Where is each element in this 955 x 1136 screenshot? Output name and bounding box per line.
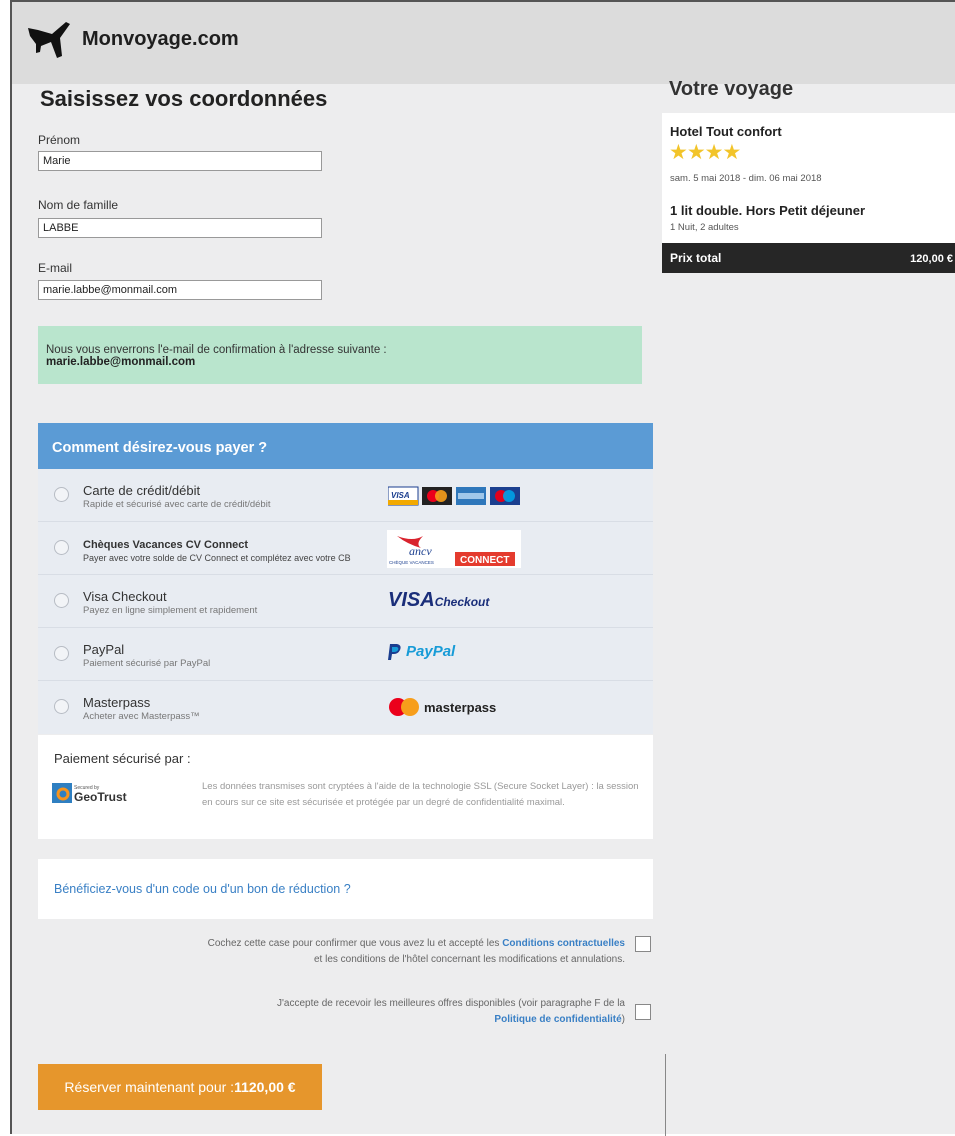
payment-options: Carte de crédit/débit Rapide et sécurisé…	[38, 469, 653, 734]
total-value: 120,00 €	[910, 253, 953, 265]
last-name-field[interactable]	[38, 218, 322, 238]
brand-name: Monvoyage.com	[82, 27, 239, 50]
geotrust-logo: Secured by GeoTrust	[52, 783, 127, 803]
terms-checkbox[interactable]	[635, 936, 651, 952]
promo-box: Bénéficiez-vous d'un code ou d'un bon de…	[38, 859, 653, 919]
hotel-rating-stars: ★★★★	[669, 141, 741, 164]
geotrust-icon	[52, 783, 72, 803]
notice-text: Nous vous enverrons l'e-mail de confirma…	[46, 344, 387, 356]
radio-button[interactable]	[54, 646, 69, 661]
option-subtitle: Paiement sécurisé par PayPal	[83, 658, 211, 669]
masterpass-logo: masterpass	[388, 697, 496, 717]
visa-card-icon: VISA	[387, 486, 419, 506]
trip-title: Votre voyage	[669, 78, 794, 100]
form-title: Saisissez vos coordonnées	[40, 86, 328, 111]
first-name-field[interactable]	[38, 151, 322, 171]
total-label: Prix total	[670, 251, 722, 265]
option-subtitle: Rapide et sécurisé avec carte de crédit/…	[83, 499, 271, 510]
masterpass-icon	[389, 698, 419, 716]
payment-option-visa-checkout[interactable]: Visa Checkout Payez en ligne simplement …	[38, 575, 653, 628]
confirmation-notice: Nous vous enverrons l'e-mail de confirma…	[38, 326, 642, 384]
privacy-policy-link[interactable]: Politique de confidentialité	[494, 1014, 621, 1025]
page-frame: Monvoyage.com Saisissez vos coordonnées …	[10, 0, 955, 1136]
amex-card-icon	[456, 487, 486, 505]
option-title: Carte de crédit/débit	[83, 483, 201, 498]
divider	[665, 1054, 666, 1136]
secure-title: Paiement sécurisé par :	[54, 751, 191, 766]
terms-consent: Cochez cette case pour confirmer que vou…	[207, 938, 625, 965]
option-title: Visa Checkout	[83, 589, 167, 604]
payment-option-card[interactable]: Carte de crédit/débit Rapide et sécurisé…	[38, 469, 653, 522]
promo-code-link[interactable]: Bénéficiez-vous d'un code ou d'un bon de…	[54, 882, 351, 896]
secure-description: Les données transmises sont cryptées à l…	[202, 781, 639, 808]
option-subtitle: Payer avec votre solde de CV Connect et …	[83, 553, 351, 563]
radio-button[interactable]	[54, 540, 69, 555]
radio-button[interactable]	[54, 593, 69, 608]
maestro-card-icon	[490, 487, 520, 505]
conditions-link[interactable]: Conditions contractuelles	[502, 938, 625, 949]
option-subtitle: Acheter avec Masterpass™	[83, 711, 200, 722]
paypal-logo: PayPal	[388, 643, 455, 660]
notice-email: marie.labbe@monmail.com	[46, 356, 196, 368]
email-label: E-mail	[38, 261, 73, 275]
payment-option-masterpass[interactable]: Masterpass Acheter avec Masterpass™ mast…	[38, 681, 653, 734]
airplane-icon	[28, 22, 70, 58]
connect-badge: CONNECT	[460, 555, 509, 566]
radio-button[interactable]	[54, 487, 69, 502]
option-title: Chèques Vacances CV Connect	[83, 539, 249, 551]
offers-consent: J'accepte de recevoir les meilleures off…	[276, 998, 625, 1025]
book-now-button[interactable]: Réserver maintenant pour : 1120,00 €	[38, 1064, 322, 1110]
top-bar: Monvoyage.com	[12, 2, 955, 84]
offers-checkbox[interactable]	[635, 1004, 651, 1020]
total-price-bar: Prix total 120,00 €	[662, 243, 955, 273]
ancv-logo: ancv CHÈQUE VACANCES CONNECT	[387, 530, 521, 568]
stay-dates: sam. 5 mai 2018 - dim. 06 mai 2018	[670, 173, 822, 184]
payment-option-cv-connect[interactable]: Chèques Vacances CV Connect Payer avec v…	[38, 522, 653, 575]
radio-button[interactable]	[54, 699, 69, 714]
first-name-label: Prénom	[38, 133, 81, 147]
paypal-icon	[388, 643, 401, 660]
mastercard-icon	[422, 487, 452, 505]
payment-option-paypal[interactable]: PayPal Paiement sécurisé par PayPal PayP…	[38, 628, 653, 681]
ancv-text: ancv	[409, 544, 432, 558]
guests-info: 1 Nuit, 2 adultes	[670, 222, 739, 233]
room-type: 1 lit double. Hors Petit déjeuner	[670, 203, 866, 218]
card-logos: VISA	[387, 485, 528, 512]
option-title: PayPal	[83, 642, 125, 657]
brand-logo[interactable]: Monvoyage.com	[26, 16, 239, 62]
secure-payment-box: Paiement sécurisé par : Secured by GeoTr…	[38, 735, 653, 839]
visa-checkout-logo: VISACheckout	[388, 589, 490, 611]
payment-heading: Comment désirez-vous payer ?	[38, 423, 653, 469]
email-field[interactable]	[38, 280, 322, 300]
card-logo-text: VISA	[391, 491, 410, 500]
last-name-label: Nom de famille	[38, 198, 119, 212]
ancv-sub: CHÈQUE VACANCES	[389, 559, 434, 565]
option-subtitle: Payez en ligne simplement et rapidement	[83, 605, 258, 616]
hotel-name: Hotel Tout confort	[670, 124, 782, 139]
trip-summary: Hotel Tout confort ★★★★ sam. 5 mai 2018 …	[662, 113, 955, 243]
option-title: Masterpass	[83, 695, 151, 710]
